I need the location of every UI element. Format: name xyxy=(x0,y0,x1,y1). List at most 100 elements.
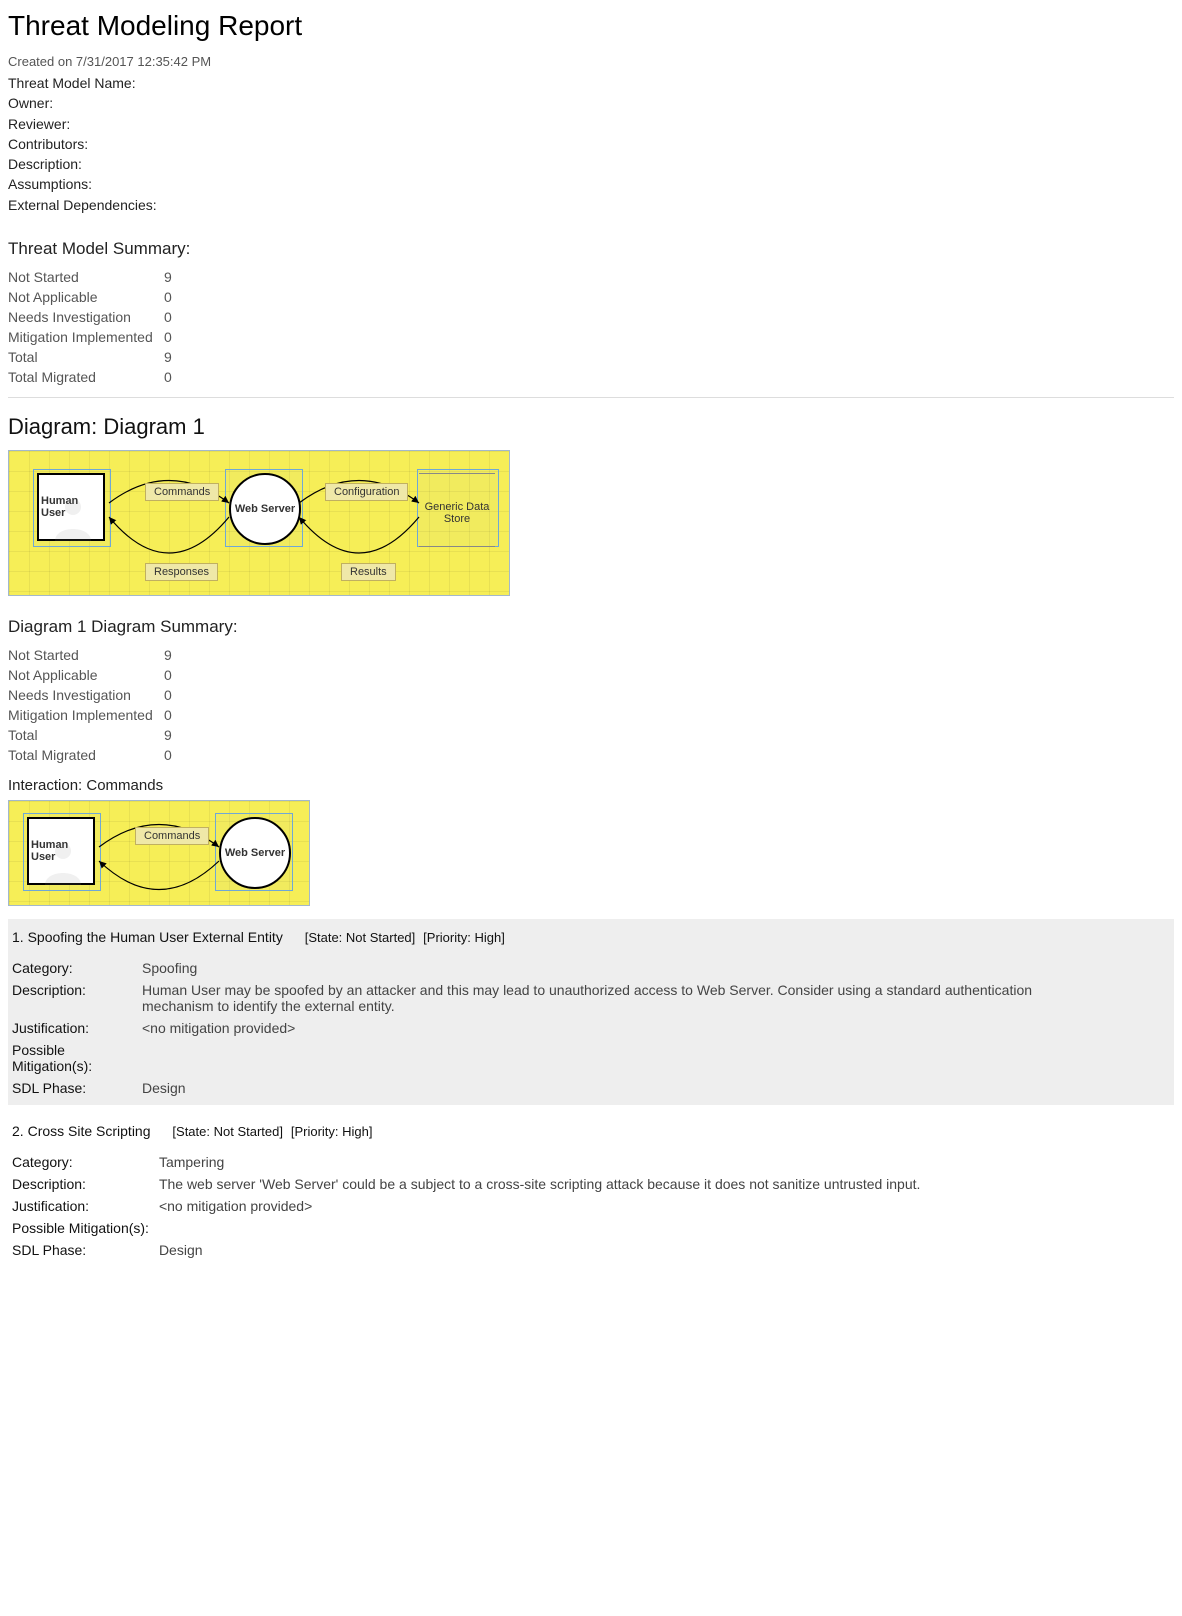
summary-label: Not Started xyxy=(8,267,164,287)
meta-contributors-label: Contributors: xyxy=(8,136,88,152)
threat-name: Cross Site Scripting xyxy=(28,1123,151,1139)
table-row: Total Migrated0 xyxy=(8,745,178,765)
table-row: Justification:<no mitigation provided> xyxy=(12,1017,1112,1039)
detail-label: Possible Mitigation(s): xyxy=(12,1217,159,1239)
threat-block-1: 1. Spoofing the Human User External Enti… xyxy=(8,919,1174,1105)
summary-label: Needs Investigation xyxy=(8,307,164,327)
summary-label: Needs Investigation xyxy=(8,685,164,705)
threat-details-table: Category:Tampering Description:The web s… xyxy=(12,1151,930,1261)
table-row: Mitigation Implemented0 xyxy=(8,705,178,725)
detail-value: <no mitigation provided> xyxy=(142,1017,1112,1039)
threat-details-table: Category:Spoofing Description:Human User… xyxy=(12,957,1112,1099)
summary-label: Mitigation Implemented xyxy=(8,327,164,347)
table-row: Category:Spoofing xyxy=(12,957,1112,979)
detail-label: Possible Mitigation(s): xyxy=(12,1039,142,1077)
summary-label: Total xyxy=(8,725,164,745)
page-title: Threat Modeling Report xyxy=(8,10,1174,42)
created-on: Created on 7/31/2017 12:35:42 PM xyxy=(8,54,1174,69)
table-row: Not Applicable0 xyxy=(8,665,178,685)
summary-label: Not Applicable xyxy=(8,287,164,307)
flow-label-commands: Commands xyxy=(135,827,209,845)
flow-label-commands: Commands xyxy=(145,483,219,501)
diagram-full: Human User Web Server Generic Data Store… xyxy=(8,450,510,596)
node-human-user: Human User xyxy=(27,817,95,885)
detail-label: SDL Phase: xyxy=(12,1077,142,1099)
flow-label-responses: Responses xyxy=(145,563,218,581)
summary-value: 0 xyxy=(164,367,178,387)
node-label: Human User xyxy=(31,839,91,863)
meta-description-label: Description: xyxy=(8,156,82,172)
summary-label: Not Started xyxy=(8,645,164,665)
summary-label: Total Migrated xyxy=(8,367,164,387)
summary-value: 0 xyxy=(164,287,178,307)
table-row: Not Started9 xyxy=(8,645,178,665)
meta-assumptions-label: Assumptions: xyxy=(8,176,92,192)
summary-value: 9 xyxy=(164,645,178,665)
detail-value: Design xyxy=(142,1077,1112,1099)
node-generic-data-store: Generic Data Store xyxy=(419,473,495,547)
summary-label: Not Applicable xyxy=(8,665,164,685)
interaction-heading: Interaction: Commands xyxy=(8,777,1174,794)
table-row: Justification:<no mitigation provided> xyxy=(12,1195,930,1217)
detail-value: Human User may be spoofed by an attacker… xyxy=(142,979,1112,1017)
threat-priority: [Priority: High] xyxy=(291,1124,373,1139)
flow-label-configuration: Configuration xyxy=(325,483,408,501)
threat-block-2: 2. Cross Site Scripting [State: Not Star… xyxy=(8,1113,1174,1267)
table-row: Not Started9 xyxy=(8,267,178,287)
table-row: Description:The web server 'Web Server' … xyxy=(12,1173,930,1195)
threat-name: Spoofing the Human User External Entity xyxy=(28,929,283,945)
table-row: Category:Tampering xyxy=(12,1151,930,1173)
detail-value xyxy=(159,1217,930,1239)
detail-value: The web server 'Web Server' could be a s… xyxy=(159,1173,930,1195)
summary-value: 0 xyxy=(164,307,178,327)
summary-label: Mitigation Implemented xyxy=(8,705,164,725)
meta-list: Threat Model Name: Owner: Reviewer: Cont… xyxy=(8,73,1174,215)
threat-number: 2. xyxy=(12,1123,24,1139)
table-row: Total9 xyxy=(8,725,178,745)
table-row: Needs Investigation0 xyxy=(8,685,178,705)
table-row: Mitigation Implemented0 xyxy=(8,327,178,347)
meta-threat-model-name-label: Threat Model Name: xyxy=(8,75,136,91)
node-label: Web Server xyxy=(225,847,285,859)
section-divider xyxy=(8,397,1174,398)
summary-value: 0 xyxy=(164,685,178,705)
table-row: SDL Phase:Design xyxy=(12,1077,1112,1099)
summary-value: 0 xyxy=(164,745,178,765)
table-row: SDL Phase:Design xyxy=(12,1239,930,1261)
meta-reviewer-label: Reviewer: xyxy=(8,116,70,132)
diagram-summary-table: Not Started9 Not Applicable0 Needs Inves… xyxy=(8,645,178,765)
detail-label: Category: xyxy=(12,957,142,979)
detail-value: Design xyxy=(159,1239,930,1261)
table-row: Possible Mitigation(s): xyxy=(12,1039,1112,1077)
summary-value: 0 xyxy=(164,327,178,347)
threat-number: 1. xyxy=(12,929,24,945)
diagram-interaction: Human User Web Server Commands xyxy=(8,800,310,906)
model-summary-heading: Threat Model Summary: xyxy=(8,239,1174,259)
table-row: Possible Mitigation(s): xyxy=(12,1217,930,1239)
detail-value: Spoofing xyxy=(142,957,1112,979)
detail-label: Description: xyxy=(12,1173,159,1195)
summary-value: 9 xyxy=(164,725,178,745)
meta-owner-label: Owner: xyxy=(8,95,53,111)
node-web-server: Web Server xyxy=(229,473,301,545)
table-row: Total9 xyxy=(8,347,178,367)
summary-value: 9 xyxy=(164,267,178,287)
table-row: Description:Human User may be spoofed by… xyxy=(12,979,1112,1017)
node-label: Generic Data Store xyxy=(419,501,495,525)
summary-label: Total xyxy=(8,347,164,367)
table-row: Total Migrated0 xyxy=(8,367,178,387)
node-web-server: Web Server xyxy=(219,817,291,889)
node-label: Human User xyxy=(41,495,101,519)
detail-label: Justification: xyxy=(12,1195,159,1217)
summary-value: 0 xyxy=(164,665,178,685)
model-summary-table: Not Started9 Not Applicable0 Needs Inves… xyxy=(8,267,178,387)
diagram-title: Diagram: Diagram 1 xyxy=(8,414,1174,440)
meta-external-deps-label: External Dependencies: xyxy=(8,197,157,213)
detail-label: Justification: xyxy=(12,1017,142,1039)
detail-label: Category: xyxy=(12,1151,159,1173)
detail-value: <no mitigation provided> xyxy=(159,1195,930,1217)
table-row: Needs Investigation0 xyxy=(8,307,178,327)
table-row: Not Applicable0 xyxy=(8,287,178,307)
detail-label: Description: xyxy=(12,979,142,1017)
summary-value: 9 xyxy=(164,347,178,367)
